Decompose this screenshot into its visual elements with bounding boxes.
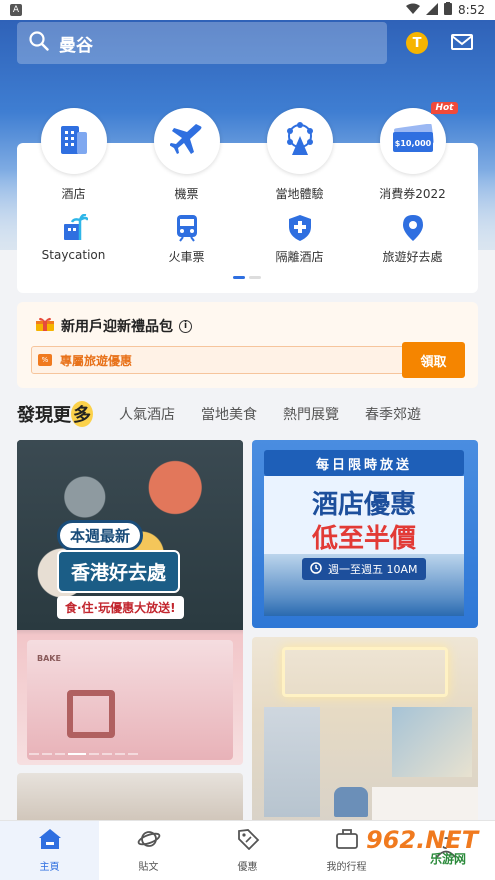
tab-label: 貼文 (138, 862, 159, 873)
feed-card-hotel-room[interactable] (252, 637, 478, 827)
category-label: 火車票 (168, 250, 205, 264)
tab-spring-outing[interactable]: 春季郊遊 (365, 404, 421, 424)
battery-icon (444, 2, 453, 18)
armchair (334, 787, 368, 817)
coin-icon[interactable]: T (406, 32, 428, 54)
feed-card-hk-deals[interactable]: 本週最新 香港好去處 食·住·玩優惠大放送! BAKE (17, 440, 243, 765)
watermark-sub: 乐游网 (430, 852, 467, 866)
category-label: 隔離酒店 (275, 250, 324, 264)
category-label: 機票 (174, 187, 199, 201)
gift-icon (35, 316, 55, 336)
secondary-categories: Staycation 火車票 隔離酒店 旅遊好去處 (17, 214, 478, 265)
card-headline-2: 香港好去處 (57, 550, 181, 593)
category-label: Staycation (41, 248, 106, 262)
signal-icon (426, 2, 439, 18)
gift-title-row: 新用戶迎新禮品包 i (35, 316, 192, 336)
voucher-icon: $10,000 (391, 123, 435, 158)
tab-deals[interactable]: 優惠 (198, 821, 297, 880)
map-pin-icon (399, 214, 427, 242)
card-panel: 酒店優惠 低至半價 週一至週五 10AM (264, 476, 464, 616)
tab-popular-hotels[interactable]: 人氣酒店 (119, 404, 175, 424)
tab-local-food[interactable]: 當地美食 (201, 404, 257, 424)
wifi-icon (406, 3, 421, 18)
card-headline-1: 酒店優惠 (311, 490, 416, 520)
category-staycation[interactable]: Staycation (17, 214, 130, 265)
planet-icon (137, 828, 161, 854)
category-quarantine-hotel[interactable]: 隔離酒店 (243, 214, 356, 265)
suitcase-icon (335, 828, 359, 854)
clock-icon (310, 561, 322, 577)
gift-title: 新用戶迎新禮品包 (61, 319, 173, 335)
voucher-amount: $10,000 (394, 139, 431, 148)
info-icon[interactable]: i (179, 319, 192, 333)
ferris-wheel-icon (283, 122, 317, 160)
home-icon (38, 828, 62, 854)
tab-posts[interactable]: 貼文 (99, 821, 198, 880)
notification-icon: A (10, 4, 22, 16)
tab-home[interactable]: 主頁 (0, 821, 99, 880)
room-window (264, 707, 320, 817)
category-attractions[interactable]: 旅遊好去處 (356, 214, 469, 265)
flight-icon (168, 122, 204, 160)
tab-label: 主頁 (39, 862, 60, 873)
feed-column-left: 本週最新 香港好去處 食·住·玩優惠大放送! BAKE (17, 440, 243, 833)
promo-text: 專屬旅遊優惠 (60, 353, 133, 368)
medical-shield-icon (286, 214, 314, 242)
site-watermark: 962.NET 乐游网 (366, 826, 491, 876)
feed-card-hotel-deal[interactable]: 每日限時放送 酒店優惠 低至半價 週一至週五 10AM (252, 440, 478, 628)
train-icon (173, 214, 201, 242)
carousel-indicator (233, 276, 261, 279)
time-badge: 週一至週五 10AM (302, 558, 426, 580)
page-dot (249, 276, 261, 279)
beach-icon (60, 214, 88, 242)
category-flight[interactable]: 機票 (130, 108, 243, 202)
tab-exhibitions[interactable]: 熱門展覽 (283, 404, 339, 424)
page-dot-active (233, 276, 245, 279)
discount-tag-icon: % (38, 354, 52, 366)
category-train[interactable]: 火車票 (130, 214, 243, 265)
category-hotel[interactable]: 酒店 (17, 108, 130, 202)
category-experiences[interactable]: 當地體驗 (243, 108, 356, 202)
new-user-gift-banner: 新用戶迎新禮品包 i % 專屬旅遊優惠 領取 (17, 302, 478, 388)
category-label: 酒店 (61, 187, 86, 201)
claim-button[interactable]: 領取 (402, 342, 465, 378)
shop-image: BAKE (27, 640, 233, 760)
category-label: 當地體驗 (275, 187, 324, 201)
tab-label: 優惠 (237, 862, 258, 873)
hot-badge: Hot (431, 102, 458, 114)
feed-column-right: 每日限時放送 酒店優惠 低至半價 週一至週五 10AM (252, 440, 478, 827)
search-icon (29, 31, 49, 55)
status-time: 8:52 (458, 3, 485, 17)
status-bar: A 8:52 (0, 0, 495, 20)
mail-icon[interactable] (451, 33, 473, 55)
tab-discover-more[interactable]: 發現更多 (17, 401, 93, 427)
promo-strip: % 專屬旅遊優惠 (31, 346, 411, 374)
category-label: 消費券2022 (379, 187, 446, 201)
hotel-icon (59, 122, 89, 160)
search-bar[interactable]: 曼谷 (17, 22, 387, 64)
card-headline-3: 食·住·玩優惠大放送! (57, 596, 184, 619)
tag-icon (236, 828, 260, 854)
card-headline-1: 本週最新 (57, 520, 144, 551)
category-voucher[interactable]: Hot $10,000 消費券2022 (356, 102, 469, 202)
card-headline-2: 低至半價 (311, 524, 416, 554)
ceiling-light (282, 647, 448, 697)
category-label: 旅遊好去處 (382, 250, 443, 264)
wall-mural (392, 707, 472, 777)
shop-sign: BAKE (37, 654, 61, 663)
card-ribbon: 每日限時放送 (264, 450, 464, 476)
search-input[interactable]: 曼谷 (59, 31, 93, 56)
shop-logo (67, 690, 115, 738)
discover-tabs: 發現更多 人氣酒店 當地美食 熱門展覽 春季郊遊 (17, 398, 495, 430)
tab-label: 我的行程 (326, 862, 367, 873)
card-carousel-indicator (29, 753, 138, 755)
time-text: 週一至週五 10AM (328, 563, 418, 576)
main-categories: 酒店 機票 當地體驗 Hot $10,000 消費券2022 (17, 102, 478, 202)
